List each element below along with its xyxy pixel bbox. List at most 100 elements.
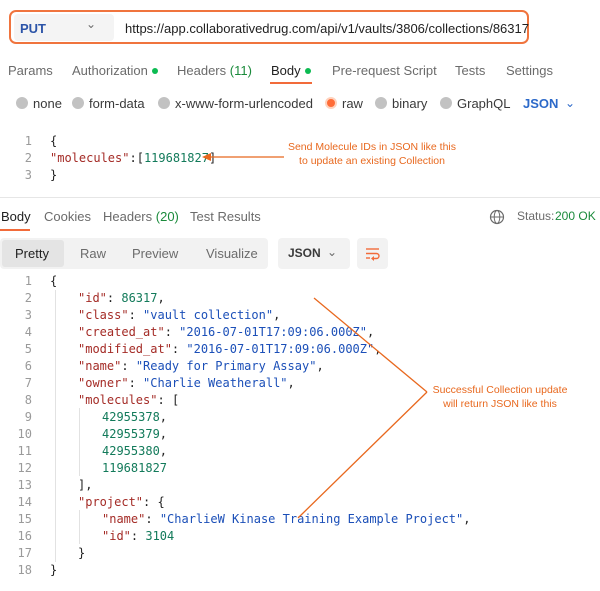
radio-urlencoded-label: x-www-form-urlencoded bbox=[175, 96, 313, 111]
tab-pre-request-script[interactable]: Pre-request Script bbox=[332, 63, 437, 78]
response-line: "id": 3104 bbox=[102, 529, 175, 543]
json-key: "id" bbox=[78, 291, 107, 305]
active-dot-icon bbox=[151, 67, 158, 74]
radio-graphql-label: GraphQL bbox=[457, 96, 511, 111]
globe-icon[interactable] bbox=[489, 209, 505, 225]
response-line: } bbox=[50, 563, 58, 577]
line-number: 18 bbox=[17, 563, 32, 577]
line-number: 17 bbox=[17, 546, 32, 560]
wrap-lines-icon bbox=[366, 248, 380, 261]
line-number: 10 bbox=[17, 427, 32, 441]
line-number: 2 bbox=[24, 151, 32, 165]
radio-raw-label: raw bbox=[342, 96, 363, 111]
response-tab-cookies[interactable]: Cookies bbox=[44, 209, 91, 224]
json-key: "name" bbox=[102, 512, 146, 526]
language-select[interactable]: JSON bbox=[523, 96, 558, 111]
status-label: Status: bbox=[517, 209, 555, 223]
request-annotation-line-2: to update an existing Collection bbox=[299, 155, 445, 167]
radio-binary[interactable] bbox=[375, 97, 387, 109]
tab-headers-label: Headers bbox=[177, 63, 227, 78]
radio-urlencoded[interactable] bbox=[158, 97, 170, 109]
annotation-pointer-lines bbox=[297, 297, 428, 519]
request-line-1[interactable]: { bbox=[50, 134, 57, 148]
line-number: 13 bbox=[17, 478, 32, 492]
radio-form-data-label: form-data bbox=[89, 96, 145, 111]
tab-body[interactable]: Body bbox=[271, 63, 311, 78]
json-punct: { bbox=[157, 495, 165, 509]
tab-settings[interactable]: Settings bbox=[506, 63, 553, 78]
response-line-numbers: 1 2 3 4 5 6 7 8 9 10 11 12 13 14 15 16 1… bbox=[12, 274, 32, 580]
response-line: 119681827 bbox=[102, 461, 167, 475]
line-number: 8 bbox=[24, 393, 32, 407]
json-key: "name" bbox=[78, 359, 122, 373]
response-tab-headers[interactable]: Headers (20) bbox=[103, 209, 179, 224]
json-punct: :[ bbox=[129, 151, 144, 165]
tab-params[interactable]: Params bbox=[8, 63, 53, 78]
json-string: "Charlie Weatherall" bbox=[143, 376, 288, 390]
json-key: "id" bbox=[102, 529, 131, 543]
chevron-down-icon[interactable]: ⌄ bbox=[86, 17, 96, 31]
view-pretty-button[interactable]: Pretty bbox=[15, 246, 49, 261]
json-punct: [ bbox=[171, 393, 180, 407]
line-number: 12 bbox=[17, 461, 32, 475]
radio-raw[interactable] bbox=[325, 97, 337, 109]
response-tab-headers-count: (20) bbox=[155, 209, 179, 224]
json-key: "project" bbox=[78, 495, 144, 509]
response-line: { bbox=[50, 274, 58, 288]
view-visualize-button[interactable]: Visualize bbox=[206, 246, 258, 261]
response-line: "project": { bbox=[78, 495, 165, 509]
radio-none[interactable] bbox=[16, 97, 28, 109]
view-preview-button[interactable]: Preview bbox=[132, 246, 178, 261]
json-key: "owner" bbox=[78, 376, 129, 390]
response-line: ], bbox=[78, 478, 93, 492]
line-number: 5 bbox=[24, 342, 32, 356]
response-tab-body[interactable]: Body bbox=[1, 209, 31, 224]
line-number: 11 bbox=[17, 444, 32, 458]
line-number: 1 bbox=[24, 274, 32, 288]
response-annotation-line-2: will return JSON like this bbox=[443, 398, 557, 410]
chevron-down-icon[interactable]: ⌄ bbox=[565, 96, 575, 110]
method-label: PUT bbox=[20, 21, 46, 36]
chevron-down-icon[interactable]: ⌄ bbox=[327, 245, 337, 259]
line-number: 3 bbox=[24, 308, 32, 322]
tab-body-label: Body bbox=[271, 63, 301, 78]
json-key: "molecules" bbox=[50, 151, 130, 165]
active-tab-indicator bbox=[0, 229, 30, 231]
json-key: "created_at" bbox=[78, 325, 165, 339]
tab-headers[interactable]: Headers (11) bbox=[177, 63, 252, 78]
response-tab-headers-label: Headers bbox=[103, 209, 153, 224]
json-key: "molecules" bbox=[78, 393, 158, 407]
active-tab-indicator bbox=[270, 82, 312, 84]
line-number: 4 bbox=[24, 325, 32, 339]
response-line: "class": "vault collection", bbox=[78, 308, 281, 322]
indent-guide bbox=[79, 510, 80, 544]
line-number: 2 bbox=[24, 291, 32, 305]
line-number: 9 bbox=[24, 410, 32, 424]
annotation-arrow-icon bbox=[202, 153, 284, 161]
radio-form-data[interactable] bbox=[72, 97, 84, 109]
format-select-label: JSON bbox=[288, 246, 321, 260]
indent-guide bbox=[55, 290, 56, 562]
request-line-3[interactable]: } bbox=[50, 168, 57, 182]
tab-headers-count: (11) bbox=[229, 63, 252, 78]
json-number: 3104 bbox=[145, 529, 175, 543]
tab-authorization-label: Authorization bbox=[72, 63, 148, 78]
request-annotation-line-1: Send Molecule IDs in JSON like this bbox=[287, 141, 457, 153]
line-number: 1 bbox=[24, 134, 32, 148]
url-input[interactable]: https://app.collaborativedrug.com/api/v1… bbox=[125, 21, 529, 36]
radio-graphql[interactable] bbox=[440, 97, 452, 109]
view-raw-button[interactable]: Raw bbox=[80, 246, 106, 261]
json-number: 86317 bbox=[121, 291, 158, 305]
line-number: 15 bbox=[17, 512, 32, 526]
line-number: 3 bbox=[24, 168, 32, 182]
response-line: "owner": "Charlie Weatherall", bbox=[78, 376, 295, 390]
request-line-2[interactable]: "molecules":[119681827] bbox=[50, 151, 216, 165]
response-line: 42955380, bbox=[102, 444, 168, 458]
tab-authorization[interactable]: Authorization bbox=[72, 63, 158, 78]
active-dot-icon bbox=[304, 67, 311, 74]
response-annotation-line-1: Successful Collection update bbox=[432, 384, 568, 396]
response-tab-test-results[interactable]: Test Results bbox=[190, 209, 261, 224]
tab-tests[interactable]: Tests bbox=[455, 63, 485, 78]
panel-divider bbox=[0, 197, 600, 198]
response-line: "name": "Ready for Primary Assay", bbox=[78, 359, 324, 373]
